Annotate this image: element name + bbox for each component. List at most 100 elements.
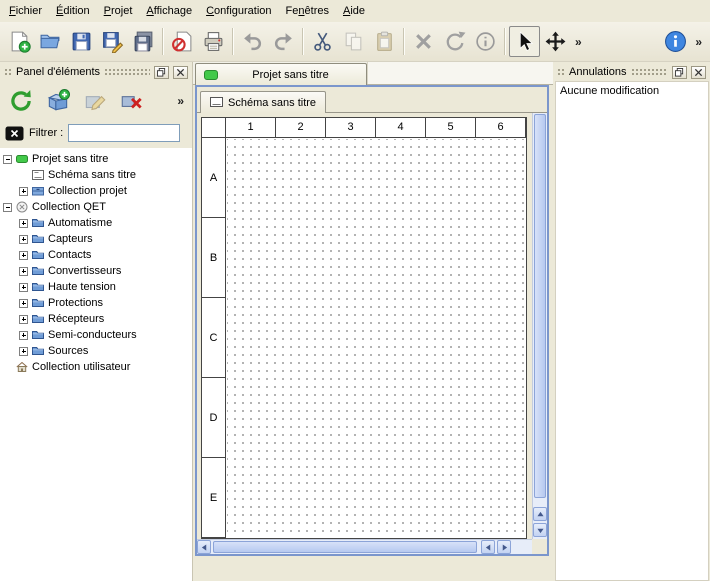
about-qet-button[interactable] [660,26,691,57]
close-file-button[interactable] [167,26,198,57]
menu-item-1[interactable]: Édition [49,2,97,20]
schema-view: 123456 ABCDE [197,113,547,554]
print-button[interactable] [198,26,229,57]
select-mode-button[interactable] [509,26,540,57]
rotate-button[interactable] [439,26,470,57]
row-header: C [202,298,225,378]
delete-button[interactable] [408,26,439,57]
diagram-canvas[interactable] [227,139,526,538]
new-element-button[interactable] [42,85,74,117]
float-panel-button[interactable] [154,66,169,79]
redo-button[interactable] [268,26,299,57]
close-panel-button[interactable] [173,66,188,79]
menu-item-5[interactable]: Fenêtres [279,2,336,20]
collapse-icon[interactable] [3,155,12,164]
tree-item[interactable]: Capteurs [0,231,192,247]
scroll-down-button[interactable] [533,523,547,537]
scroll-left-button[interactable] [197,540,211,554]
close-file-icon [171,30,194,53]
tree-item[interactable]: Collection utilisateur [0,359,192,375]
expand-icon[interactable] [19,347,28,356]
tab-schema[interactable]: Schéma sans titre [200,91,326,113]
dock-grip[interactable] [631,68,669,76]
expand-icon[interactable] [19,251,28,260]
dock-grip[interactable] [104,68,150,76]
save-as-button[interactable] [97,26,128,57]
reload-collections-button[interactable] [5,85,37,117]
panel-overflow-icon[interactable]: » [177,94,187,108]
menu-item-4[interactable]: Configuration [199,2,278,20]
menu-item-2[interactable]: Projet [97,2,140,20]
tree-item[interactable]: Convertisseurs [0,263,192,279]
vertical-scrollbar-thumb[interactable] [534,114,546,498]
float-undo-panel-button[interactable] [672,66,687,79]
information-icon [474,30,497,53]
expand-icon[interactable] [19,315,28,324]
toolbar-separator [232,28,234,55]
collapse-icon[interactable] [3,203,12,212]
dock-grip[interactable] [557,68,565,76]
diagram-frame: 123456 ABCDE [201,117,527,539]
tree-item-label: Récepteurs [48,313,104,325]
horizontal-scrollbar-thumb[interactable] [213,541,477,553]
qelectrotech-window: FichierÉditionProjetAffichageConfigurati… [0,0,710,581]
clear-filter-button[interactable] [5,126,24,141]
undo-history-list[interactable]: Aucune modification [555,81,709,581]
tree-item[interactable]: Contacts [0,247,192,263]
open-file-button[interactable] [35,26,66,57]
scroll-right-button[interactable] [497,540,511,554]
save-button[interactable] [66,26,97,57]
tab-project[interactable]: Projet sans titre [195,63,367,85]
tree-item[interactable]: Semi-conducteurs [0,327,192,343]
copy-button[interactable] [338,26,369,57]
toolbar-separator [162,28,164,55]
tree-item[interactable]: Collection QET [0,199,192,215]
tree-item[interactable]: Schéma sans titre [0,167,192,183]
row-header: B [202,218,225,298]
paste-button[interactable] [369,26,400,57]
arrow-left-icon [485,544,492,551]
expand-icon[interactable] [19,219,28,228]
expand-icon[interactable] [19,283,28,292]
toolbar-separator [403,28,405,55]
save-all-button[interactable] [128,26,159,57]
menu-item-3[interactable]: Affichage [139,2,199,20]
filter-input[interactable] [68,124,180,142]
tree-item[interactable]: Haute tension [0,279,192,295]
tree-item[interactable]: Protections [0,295,192,311]
expand-icon[interactable] [19,187,28,196]
scroll-up-button[interactable] [533,507,547,521]
new-document-button[interactable] [4,26,35,57]
schema-icon [32,169,44,181]
expand-icon[interactable] [19,267,28,276]
expand-icon[interactable] [19,235,28,244]
information-button[interactable] [470,26,501,57]
close-undo-panel-button[interactable] [691,66,706,79]
expand-icon[interactable] [19,299,28,308]
cut-button[interactable] [307,26,338,57]
scroll-left-button-2[interactable] [481,540,495,554]
about-qet-icon [664,30,687,53]
vertical-scrollbar[interactable] [532,113,547,539]
toolbar-overflow-right-icon[interactable]: » [691,35,706,49]
tree-item[interactable]: Projet sans titre [0,151,192,167]
toolbar-separator [302,28,304,55]
elements-panel: Panel d'éléments » Filtrer : Projet sans… [0,62,193,581]
dock-grip[interactable] [4,68,12,76]
horizontal-scrollbar[interactable] [197,539,532,554]
cut-icon [311,30,334,53]
tree-item[interactable]: Collection projet [0,183,192,199]
expand-icon[interactable] [19,331,28,340]
tree-item[interactable]: Sources [0,343,192,359]
ruler-corner [202,118,226,138]
pan-mode-button[interactable] [540,26,571,57]
menu-item-0[interactable]: Fichier [2,2,49,20]
edit-element-button[interactable] [79,85,111,117]
menu-item-6[interactable]: Aide [336,2,372,20]
delete-element-button[interactable] [116,85,148,117]
toolbar-overflow-icon[interactable]: » [571,35,586,49]
redo-icon [272,30,295,53]
undo-button[interactable] [237,26,268,57]
tree-item[interactable]: Automatisme [0,215,192,231]
tree-item[interactable]: Récepteurs [0,311,192,327]
